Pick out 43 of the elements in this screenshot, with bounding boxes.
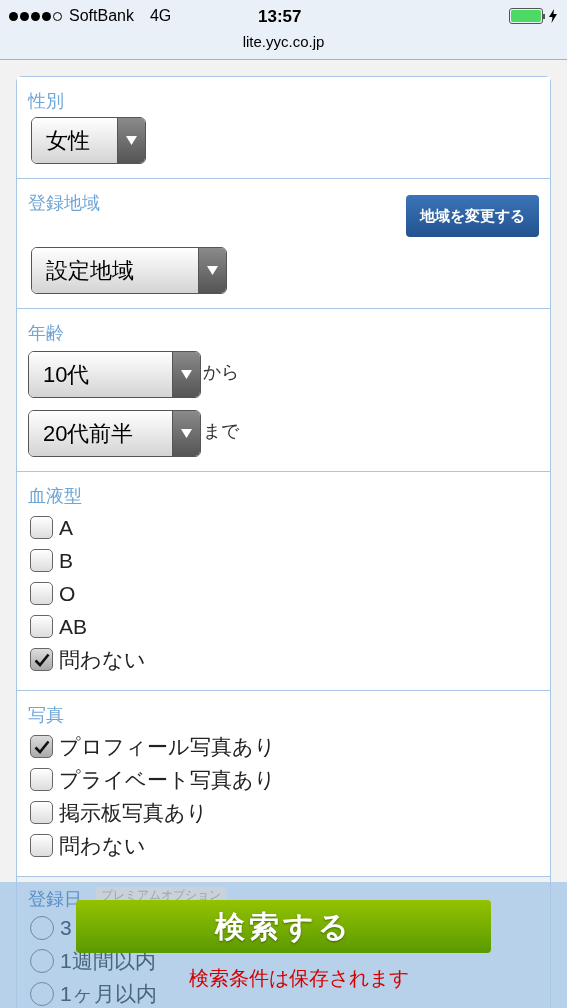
checkbox[interactable]: [30, 735, 53, 758]
caret-icon: [126, 136, 137, 145]
option-label: 問わない: [59, 646, 146, 673]
dropdown-select[interactable]: 設定地域: [31, 247, 227, 294]
option-label: 1ヶ月以内: [60, 980, 157, 1007]
status-time: 13:57: [258, 6, 302, 28]
network-type: 4G: [149, 6, 172, 26]
option-label: プロフィール写真あり: [59, 733, 276, 760]
change-region-button[interactable]: 地域を変更する: [406, 195, 539, 237]
charging-icon: [549, 9, 557, 23]
checkbox[interactable]: [30, 582, 53, 605]
caret-icon: [181, 370, 192, 379]
section-label: 写真: [28, 704, 64, 727]
checkbox[interactable]: [30, 615, 53, 638]
checkbox[interactable]: [30, 516, 53, 539]
dropdown-select[interactable]: 10代: [28, 351, 201, 398]
section-label: 登録地域: [28, 192, 100, 215]
checkbox[interactable]: [30, 549, 53, 572]
dropdown-select[interactable]: 女性: [31, 117, 146, 164]
section-label: 性別: [28, 90, 64, 113]
dropdown-select[interactable]: 20代前半: [28, 410, 201, 457]
option-label: A: [59, 514, 73, 541]
checkbox[interactable]: [30, 801, 53, 824]
carrier-name: SoftBank: [69, 6, 134, 26]
save-note: 検索条件は保存されます: [188, 966, 409, 991]
suffix-text: から: [203, 361, 239, 384]
option-label: 掲示板写真あり: [59, 799, 208, 826]
caret-icon: [181, 429, 192, 438]
caret-icon: [207, 266, 218, 275]
option-label: AB: [59, 613, 87, 640]
option-label: プライベート写真あり: [59, 766, 276, 793]
page-url: lite.yyc.co.jp: [241, 32, 326, 52]
option-label: O: [59, 580, 76, 607]
option-label: B: [59, 547, 73, 574]
battery-icon: [509, 8, 545, 24]
suffix-text: まで: [203, 420, 239, 443]
checkbox[interactable]: [30, 648, 53, 671]
section-label: 血液型: [28, 485, 82, 508]
checkbox[interactable]: [30, 834, 53, 857]
option-label: 問わない: [59, 832, 146, 859]
section-label: 年齢: [28, 322, 64, 345]
option-label: 3: [60, 914, 72, 941]
checkbox[interactable]: [30, 768, 53, 791]
